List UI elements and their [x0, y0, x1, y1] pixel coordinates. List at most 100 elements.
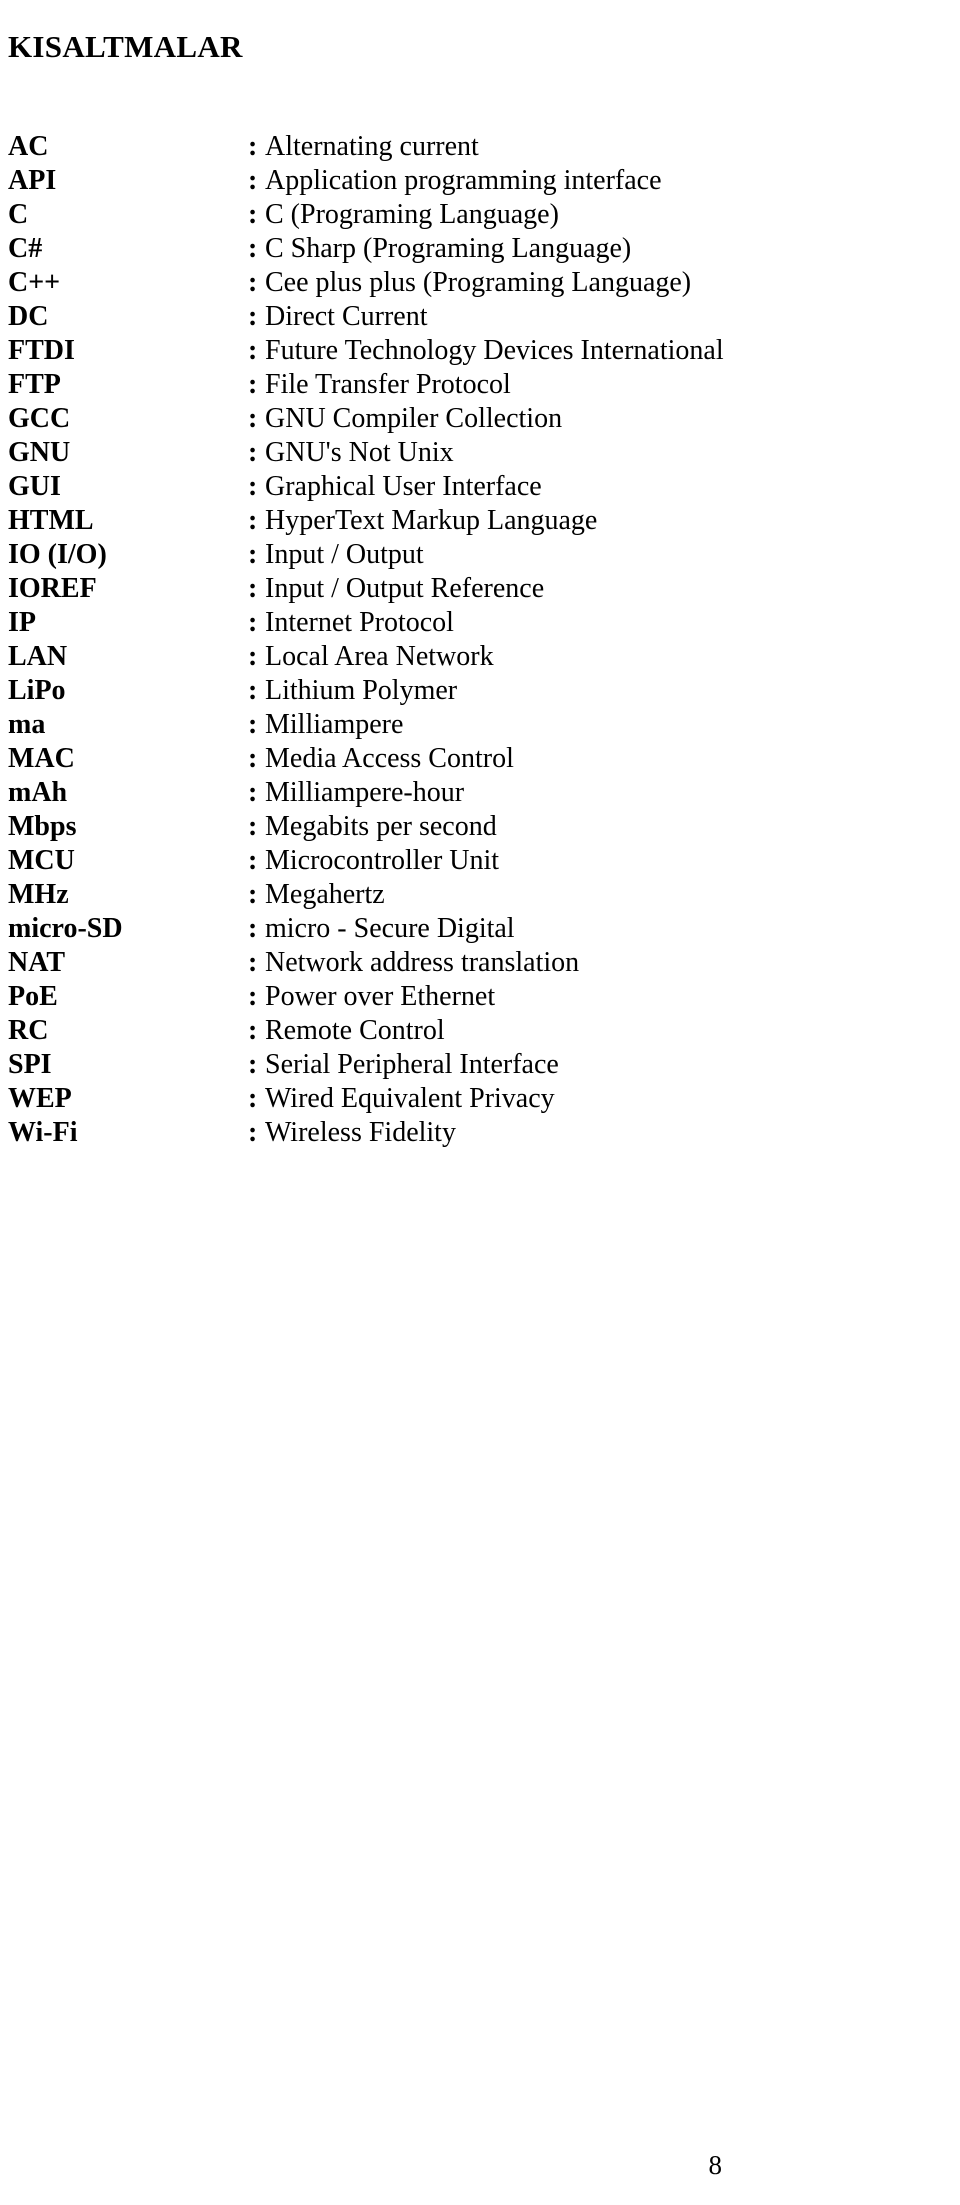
abbreviation-definition: File Transfer Protocol — [265, 369, 511, 400]
abbreviation-term: LAN — [8, 641, 68, 672]
abbreviation-separator: : — [248, 437, 258, 468]
abbreviation-definition: Direct Current — [265, 301, 428, 332]
abbreviation-separator: : — [248, 199, 258, 230]
abbreviation-separator: : — [248, 879, 258, 910]
abbreviation-separator: : — [248, 607, 258, 638]
abbreviation-row: micro-SD: micro - Secure Digital — [0, 912, 960, 946]
abbreviation-term: API — [8, 165, 57, 196]
abbreviation-term: C — [8, 199, 29, 230]
abbreviation-term: LiPo — [8, 675, 66, 706]
abbreviation-definition: Serial Peripheral Interface — [265, 1049, 559, 1080]
abbreviation-separator: : — [248, 1083, 258, 1114]
abbreviation-term: mAh — [8, 777, 68, 808]
abbreviation-separator: : — [248, 947, 258, 978]
abbreviation-row: LAN: Local Area Network — [0, 640, 960, 674]
abbreviation-definition: Input / Output Reference — [265, 573, 545, 604]
abbreviation-definition: GNU's Not Unix — [265, 437, 454, 468]
abbreviation-separator: : — [248, 811, 258, 842]
abbreviation-row: Wi-Fi: Wireless Fidelity — [0, 1116, 960, 1150]
abbreviation-definition: Alternating current — [265, 131, 479, 162]
abbreviation-separator: : — [248, 505, 258, 536]
abbreviation-definition: Cee plus plus (Programing Language) — [265, 267, 692, 298]
abbreviation-definition: Power over Ethernet — [265, 981, 496, 1012]
abbreviation-separator: : — [248, 743, 258, 774]
abbreviation-separator: : — [248, 1015, 258, 1046]
abbreviation-definition: Network address translation — [265, 947, 580, 978]
abbreviation-definition: HyperText Markup Language — [265, 505, 598, 536]
abbreviation-separator: : — [248, 913, 258, 944]
abbreviation-term: NAT — [8, 947, 66, 978]
abbreviation-list: AC: Alternating current API: Application pr… — [0, 130, 960, 1150]
abbreviation-separator: : — [248, 573, 258, 604]
abbreviation-row: IOREF: Input / Output Reference — [0, 572, 960, 606]
abbreviation-row: RC: Remote Control — [0, 1014, 960, 1048]
abbreviation-row: AC: Alternating current — [0, 130, 960, 164]
abbreviation-term: WEP — [8, 1083, 72, 1114]
abbreviation-separator: : — [248, 1049, 258, 1080]
abbreviation-row: FTDI: Future Technology Devices Internati… — [0, 334, 960, 368]
abbreviation-row: MCU: Microcontroller Unit — [0, 844, 960, 878]
abbreviation-separator: : — [248, 403, 258, 434]
abbreviation-row: LiPo: Lithium Polymer — [0, 674, 960, 708]
abbreviation-definition: C (Programing Language) — [265, 199, 559, 230]
abbreviation-term: PoE — [8, 981, 58, 1012]
abbreviation-definition: Wireless Fidelity — [265, 1117, 456, 1148]
abbreviation-definition: Internet Protocol — [265, 607, 454, 638]
abbreviation-definition: Milliampere — [265, 709, 404, 740]
abbreviation-definition: Application programming interface — [265, 165, 662, 196]
abbreviation-term: IOREF — [8, 573, 97, 604]
abbreviation-row: API: Application programming interface — [0, 164, 960, 198]
abbreviation-term: Wi-Fi — [8, 1117, 78, 1148]
abbreviation-row: FTP: File Transfer Protocol — [0, 368, 960, 402]
abbreviation-row: HTML: HyperText Markup Language — [0, 504, 960, 538]
abbreviation-term: IP — [8, 607, 36, 638]
document-page: KISALTMALAR AC: Alternating current API: Ap… — [0, 0, 960, 2205]
abbreviation-separator: : — [248, 301, 258, 332]
abbreviation-term: GCC — [8, 403, 71, 434]
page-number: 8 — [708, 2150, 723, 2180]
abbreviation-row: Mbps: Megabits per second — [0, 810, 960, 844]
abbreviation-definition: GNU Compiler Collection — [265, 403, 563, 434]
abbreviation-term: SPI — [8, 1049, 52, 1080]
abbreviation-row: SPI: Serial Peripheral Interface — [0, 1048, 960, 1082]
abbreviation-row: mAh: Milliampere-hour — [0, 776, 960, 810]
abbreviation-definition: Lithium Polymer — [265, 675, 458, 706]
abbreviation-term: IO (I/O) — [8, 539, 107, 570]
abbreviation-term: ma — [8, 709, 46, 740]
abbreviation-term: C++ — [8, 267, 61, 298]
abbreviation-term: DC — [8, 301, 49, 332]
abbreviation-term: MAC — [8, 743, 75, 774]
abbreviation-separator: : — [248, 267, 258, 298]
abbreviation-row: IP: Internet Protocol — [0, 606, 960, 640]
abbreviation-separator: : — [248, 777, 258, 808]
abbreviation-separator: : — [248, 131, 258, 162]
abbreviation-definition: Microcontroller Unit — [265, 845, 500, 876]
abbreviation-definition: Milliampere-hour — [265, 777, 465, 808]
abbreviation-term: FTP — [8, 369, 61, 400]
abbreviation-row: C++: Cee plus plus (Programing Language) — [0, 266, 960, 300]
abbreviation-separator: : — [248, 335, 258, 366]
abbreviation-separator: : — [248, 471, 258, 502]
abbreviation-row: IO (I/O): Input / Output — [0, 538, 960, 572]
abbreviation-term: Mbps — [8, 811, 77, 842]
abbreviation-row: MAC: Media Access Control — [0, 742, 960, 776]
abbreviation-row: GUI: Graphical User Interface — [0, 470, 960, 504]
abbreviation-definition: Graphical User Interface — [265, 471, 542, 502]
abbreviation-separator: : — [248, 539, 258, 570]
abbreviation-row: C#: C Sharp (Programing Language) — [0, 232, 960, 266]
abbreviation-separator: : — [248, 369, 258, 400]
abbreviation-term: GUI — [8, 471, 61, 502]
abbreviation-row: DC: Direct Current — [0, 300, 960, 334]
abbreviation-definition: Wired Equivalent Privacy — [265, 1083, 555, 1114]
abbreviation-definition: Megabits per second — [265, 811, 497, 842]
abbreviation-row: WEP: Wired Equivalent Privacy — [0, 1082, 960, 1116]
abbreviation-row: C:C (Programing Language) — [0, 198, 960, 232]
abbreviation-separator: : — [248, 675, 258, 706]
abbreviation-definition: Input / Output — [265, 539, 424, 570]
abbreviation-term: AC — [8, 131, 49, 162]
abbreviation-term: HTML — [8, 505, 94, 536]
abbreviation-definition: C Sharp (Programing Language) — [265, 233, 632, 264]
abbreviation-definition: Future Technology Devices International — [265, 335, 724, 366]
abbreviation-row: GCC: GNU Compiler Collection — [0, 402, 960, 436]
abbreviation-term: micro-SD — [8, 913, 123, 944]
